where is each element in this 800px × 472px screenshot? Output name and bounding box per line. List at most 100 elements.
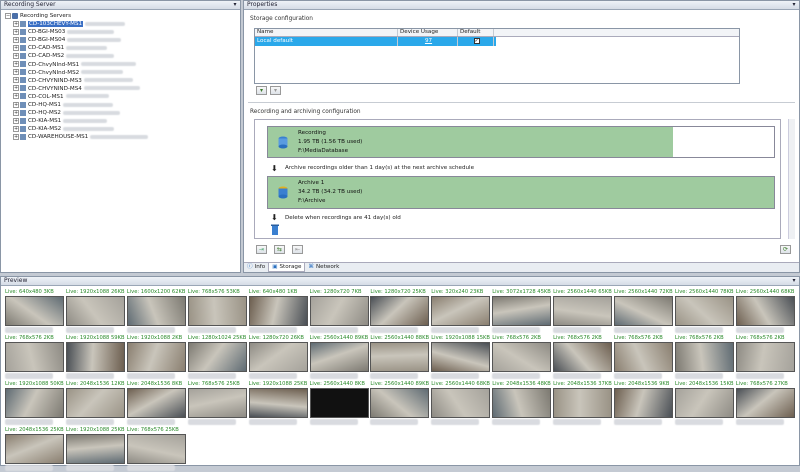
col-device-usage[interactable]: Device Usage [398,29,458,36]
server-node[interactable]: + CD-BGI-MS04 [13,36,240,44]
camera-tile[interactable]: Live: 1920x1088 15KB [431,335,491,380]
expand-icon[interactable]: + [13,117,19,124]
device-usage-link[interactable]: 97 [398,37,458,46]
server-node[interactable]: + CD-HQ-MS2 [13,109,240,117]
camera-feed[interactable] [614,388,673,418]
server-node[interactable]: + CD-CHVYNIND-MS3 [13,77,240,85]
camera-tile[interactable]: Live: 2560x1440 8KB [309,381,369,426]
server-node[interactable]: + CD-103CHEVY-MS1 [13,20,240,28]
camera-tile[interactable]: Live: 768x576 2KB [614,335,673,380]
camera-tile[interactable]: Live: 1920x1088 25KB [65,427,125,472]
camera-tile[interactable]: Live: 2560x1440 68KB [431,381,491,426]
server-node[interactable]: + CD-CHVYNIND-MS4 [13,85,240,93]
camera-tile[interactable]: Live: 2048x1536 48KB [492,381,552,426]
tab-network[interactable]: ⌘ Network [305,263,342,272]
expand-icon[interactable]: + [13,28,19,35]
camera-tile[interactable]: Live: 2048x1536 37KB [553,381,613,426]
camera-tile[interactable]: Live: 768x576 25KB [126,427,186,472]
camera-feed[interactable] [126,434,186,464]
expand-icon[interactable]: + [13,61,19,68]
camera-tile[interactable]: Live: 768x576 2KB [674,335,734,380]
storage-table[interactable]: Name Device Usage Default Local default … [254,28,740,84]
tab-storage[interactable]: ▣ Storage [268,263,306,272]
camera-tile[interactable]: Live: 768x576 25KB [187,381,247,426]
collapse-icon[interactable]: − [5,12,11,19]
camera-tile[interactable]: Live: 2048x1536 12KB [65,381,125,426]
camera-feed[interactable] [309,388,369,418]
camera-tile[interactable]: Live: 768x576 2KB [492,335,552,380]
camera-tile[interactable]: Live: 2560x1440 72KB [614,289,673,334]
camera-tile[interactable]: Live: 320x240 23KB [431,289,491,334]
archive-store[interactable]: Archive 1 34.2 TB (34.2 TB used) F:\Arch… [267,176,775,209]
camera-feed[interactable] [492,296,552,326]
server-node[interactable]: + CD-KIA-MS2 [13,125,240,133]
camera-feed[interactable] [248,388,308,418]
camera-tile[interactable]: Live: 2048x1536 25KB [5,427,64,472]
expand-icon[interactable]: + [13,93,19,100]
camera-tile[interactable]: Live: 1280x720 25KB [370,289,430,334]
camera-tile[interactable]: Live: 640x480 1KB [248,289,308,334]
camera-feed[interactable] [126,342,186,372]
pin-icon[interactable]: ▾ [791,277,797,285]
camera-feed[interactable] [674,342,734,372]
camera-feed[interactable] [614,296,673,326]
server-node[interactable]: + CD-COL-MS1 [13,93,240,101]
server-node[interactable]: + CD-HQ-MS1 [13,101,240,109]
camera-feed[interactable] [65,342,125,372]
expand-icon[interactable]: + [13,52,19,59]
server-node[interactable]: + CD-CAD-MS1 [13,44,240,52]
camera-feed[interactable] [126,296,186,326]
chain-scrollbar[interactable] [788,119,795,239]
expand-icon[interactable]: + [13,101,19,108]
camera-tile[interactable]: Live: 1920x1088 25KB [248,381,308,426]
camera-tile[interactable]: Live: 2560x1440 68KB [735,289,795,334]
camera-tile[interactable]: Live: 768x576 2KB [553,335,613,380]
refresh-button[interactable]: ⟳ [780,245,791,254]
expand-icon[interactable]: + [13,77,19,84]
col-default[interactable]: Default [458,29,494,36]
camera-feed[interactable] [5,342,64,372]
camera-feed[interactable] [431,296,491,326]
camera-tile[interactable]: Live: 2048x1536 8KB [126,381,186,426]
camera-tile[interactable]: Live: 1920x1088 59KB [65,335,125,380]
camera-feed[interactable] [65,434,125,464]
camera-tile[interactable]: Live: 2048x1536 9KB [614,381,673,426]
camera-feed[interactable] [5,296,64,326]
camera-feed[interactable] [65,296,125,326]
server-node[interactable]: + CD-BGI-MS03 [13,28,240,36]
camera-feed[interactable] [431,342,491,372]
expand-icon[interactable]: + [13,69,19,76]
server-node[interactable]: + CD-ChvyNInd-MS2 [13,69,240,77]
camera-tile[interactable]: Live: 1920x1088 2KB [126,335,186,380]
camera-feed[interactable] [735,388,795,418]
expand-icon[interactable]: + [13,20,19,27]
camera-tile[interactable]: Live: 1920x1088 26KB [65,289,125,334]
camera-feed[interactable] [553,296,613,326]
camera-tile[interactable]: Live: 2560x1440 88KB [370,335,430,380]
expand-icon[interactable]: + [13,36,19,43]
camera-feed[interactable] [553,388,613,418]
server-node[interactable]: + CD-ChvyNInd-MS1 [13,61,240,69]
camera-tile[interactable]: Live: 1280x1024 25KB [187,335,247,380]
camera-feed[interactable] [126,388,186,418]
camera-tile[interactable]: Live: 768x576 27KB [735,381,795,426]
recording-store[interactable]: Recording 1.95 TB (1.56 TB used) F:\Medi… [267,126,775,158]
camera-feed[interactable] [248,342,308,372]
expand-icon[interactable]: + [13,125,19,132]
remove-archive-button[interactable]: ⇤ [292,245,303,254]
camera-tile[interactable]: Live: 768x576 2KB [5,335,64,380]
camera-feed[interactable] [674,388,734,418]
camera-feed[interactable] [187,296,247,326]
server-tree[interactable]: − Recording Servers + CD-103CHEVY-MS1 + CD-B… [1,10,240,142]
camera-feed[interactable] [187,342,247,372]
add-archive-button[interactable]: ⇥ [256,245,267,254]
camera-tile[interactable]: Live: 640x480 3KB [5,289,64,334]
col-name[interactable]: Name [255,29,398,36]
camera-feed[interactable] [431,388,491,418]
camera-tile[interactable]: Live: 1920x1088 50KB [5,381,64,426]
camera-tile[interactable]: Live: 3072x1728 45KB [492,289,552,334]
camera-tile[interactable]: Live: 768x576 53KB [187,289,247,334]
camera-feed[interactable] [5,434,64,464]
camera-tile[interactable]: Live: 1280x720 26KB [248,335,308,380]
camera-feed[interactable] [65,388,125,418]
